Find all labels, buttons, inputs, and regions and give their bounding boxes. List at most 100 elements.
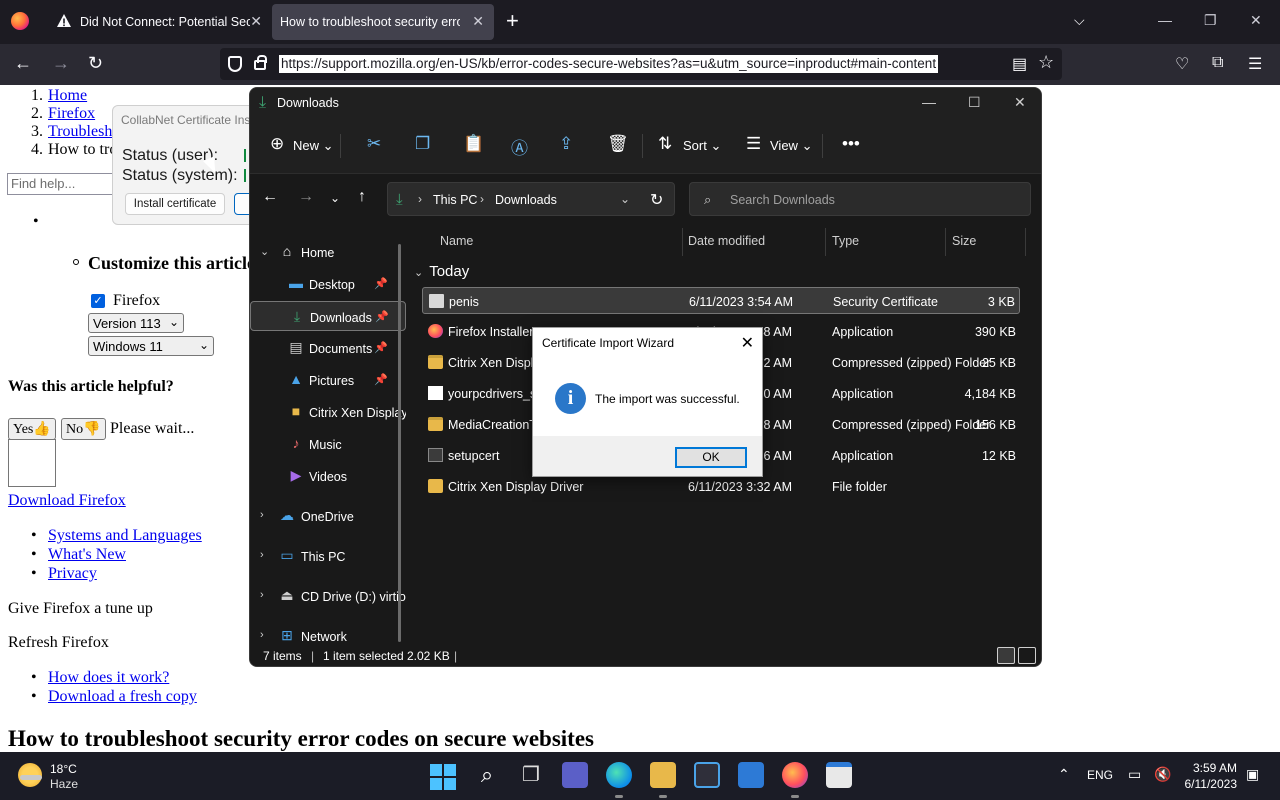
how-does-it-work-link[interactable]: How does it work?	[31, 669, 169, 687]
network-icon[interactable]: ▭	[1128, 766, 1141, 783]
firefox-checkbox[interactable]: ✓	[91, 294, 105, 308]
file-explorer-icon[interactable]	[650, 762, 676, 798]
more-options-icon[interactable]: •••	[842, 134, 860, 154]
forward-arrow-icon[interactable]: →	[52, 53, 70, 73]
nav-item-onedrive[interactable]: › ☁ OneDrive	[250, 501, 406, 531]
breadcrumb-home[interactable]: Home	[48, 87, 87, 104]
tab-troubleshoot-security[interactable]: How to troubleshoot security error codes…	[272, 4, 494, 40]
file-row[interactable]: penis 6/11/2023 3:54 AM Security Certifi…	[422, 287, 1020, 314]
chevron-down-icon[interactable]: ⌄	[620, 192, 630, 206]
close-icon[interactable]: ✕	[741, 333, 754, 353]
column-header-date[interactable]: Date modified	[688, 234, 765, 248]
copy-icon[interactable]: ❐	[415, 134, 430, 154]
rename-icon[interactable]: Ⓐ	[511, 134, 528, 159]
mail-icon[interactable]	[738, 762, 764, 788]
privacy-link[interactable]: Privacy	[31, 565, 97, 583]
view-button[interactable]: View ⌄	[770, 138, 812, 154]
minimize-icon[interactable]: —	[1158, 12, 1172, 28]
maximize-icon[interactable]: ☐	[968, 94, 981, 111]
restore-icon[interactable]: ❐	[1204, 12, 1217, 29]
close-tab-icon[interactable]: ✕	[472, 13, 484, 30]
nav-item-videos[interactable]: ▶ Videos	[250, 461, 406, 491]
download-fresh-copy-link[interactable]: Download a fresh copy	[31, 688, 197, 706]
weather-condition[interactable]: Haze	[50, 777, 78, 791]
store-icon[interactable]	[694, 762, 720, 788]
nav-item-this-pc[interactable]: › ▭ This PC	[250, 541, 406, 571]
view-icon[interactable]: ☰	[746, 134, 761, 154]
language-indicator[interactable]: ENG	[1087, 768, 1113, 782]
sort-button[interactable]: Sort ⌄	[683, 138, 721, 154]
clock-time[interactable]: 3:59 AM	[1187, 761, 1237, 775]
new-tab-icon[interactable]: +	[506, 10, 519, 32]
delete-icon[interactable]: 🗑	[607, 134, 629, 154]
version-select[interactable]: Version 113 ⌄	[88, 313, 184, 333]
back-arrow-icon[interactable]: ←	[262, 188, 278, 206]
close-window-icon[interactable]: ✕	[1250, 12, 1262, 29]
nav-item-documents[interactable]: ▤ Documents 📌	[250, 333, 406, 363]
column-divider[interactable]	[945, 228, 946, 256]
forward-arrow-icon[interactable]: →	[298, 188, 314, 206]
minimize-icon[interactable]: —	[922, 94, 936, 110]
download-firefox-link[interactable]: Download Firefox	[8, 492, 126, 510]
task-view-icon[interactable]: ❐	[518, 762, 544, 788]
column-header-name[interactable]: Name	[440, 234, 473, 248]
column-header-size[interactable]: Size	[952, 234, 976, 248]
details-view-icon[interactable]	[997, 647, 1015, 664]
paste-icon[interactable]: 📋	[463, 134, 484, 154]
ok-button[interactable]: OK	[675, 447, 747, 468]
find-help-input[interactable]: Find help...	[7, 173, 117, 195]
nav-item-desktop[interactable]: ▬ Desktop 📌	[250, 269, 406, 299]
url-bar[interactable]: https://support.mozilla.org/en-US/kb/err…	[220, 48, 1062, 80]
back-arrow-icon[interactable]: ←	[14, 53, 32, 73]
extensions-icon[interactable]: ⧉	[1212, 54, 1223, 72]
column-divider[interactable]	[825, 228, 826, 256]
clock-date[interactable]: 6/11/2023	[1175, 777, 1238, 791]
nav-item-home[interactable]: ⌄ ⌂ Home	[250, 237, 406, 267]
pocket-icon[interactable]: ♡	[1175, 54, 1189, 74]
column-divider[interactable]	[1025, 228, 1026, 256]
refresh-icon[interactable]: ↻	[650, 190, 663, 210]
start-icon[interactable]	[430, 764, 456, 790]
certificate-wizard-icon[interactable]	[826, 762, 852, 788]
breadcrumb-firefox[interactable]: Firefox	[48, 105, 95, 122]
nav-item-pictures[interactable]: ▲ Pictures 📌	[250, 365, 406, 395]
whats-new-link[interactable]: What's New	[31, 546, 126, 564]
os-select[interactable]: Windows 11 ⌄	[88, 336, 214, 356]
nav-scrollbar[interactable]	[398, 244, 401, 642]
sort-icon[interactable]: ⇅	[658, 134, 672, 154]
chat-icon[interactable]	[562, 762, 588, 788]
share-icon[interactable]: ⇪	[559, 134, 573, 154]
weather-icon[interactable]	[18, 763, 42, 787]
nav-item-citrix-folder[interactable]: ■ Citrix Xen Display Driver	[250, 397, 406, 427]
chevron-down-icon[interactable]: ⌵	[1074, 12, 1085, 29]
hamburger-menu-icon[interactable]: ☰	[1248, 54, 1262, 74]
nav-item-cd-drive[interactable]: › ⏏ CD Drive (D:) virtio-win	[250, 581, 406, 611]
firefox-menu-icon[interactable]	[11, 12, 29, 30]
systems-languages-link[interactable]: Systems and Languages	[31, 527, 202, 545]
shield-icon[interactable]	[228, 56, 242, 72]
search-icon[interactable]: ⌕	[474, 762, 500, 788]
reload-icon[interactable]: ↻	[88, 53, 103, 73]
firefox-icon[interactable]	[782, 762, 808, 798]
notification-icon[interactable]: ▣	[1246, 766, 1259, 783]
cut-icon[interactable]: ✂	[367, 134, 381, 154]
weather-temperature[interactable]: 18°C	[50, 762, 77, 776]
breadcrumb-downloads[interactable]: Downloads	[495, 193, 557, 207]
column-header-type[interactable]: Type	[832, 234, 859, 248]
file-row[interactable]: Citrix Xen Display Driver 6/11/2023 3:32…	[422, 473, 1020, 500]
address-bar[interactable]: ⤓ › This PC › Downloads ⌄ ↻	[387, 182, 675, 216]
close-window-icon[interactable]: ✕	[1014, 94, 1026, 111]
breadcrumb-this-pc[interactable]: This PC	[433, 193, 477, 207]
up-arrow-icon[interactable]: ↑	[358, 188, 366, 206]
feedback-box[interactable]	[8, 439, 56, 487]
edge-icon[interactable]	[606, 762, 632, 798]
close-tab-icon[interactable]: ✕	[250, 13, 262, 30]
tiles-view-icon[interactable]	[1018, 647, 1036, 664]
nav-item-network[interactable]: › ⊞ Network	[250, 621, 406, 644]
recent-locations-icon[interactable]: ⌄	[330, 191, 340, 205]
reader-view-icon[interactable]: ▤	[1012, 54, 1027, 74]
lock-icon[interactable]	[254, 55, 267, 70]
install-certificate-button[interactable]: Install certificate	[125, 193, 225, 215]
new-button[interactable]: New ⌄	[293, 138, 334, 154]
yes-button[interactable]: Yes👍	[8, 418, 56, 440]
